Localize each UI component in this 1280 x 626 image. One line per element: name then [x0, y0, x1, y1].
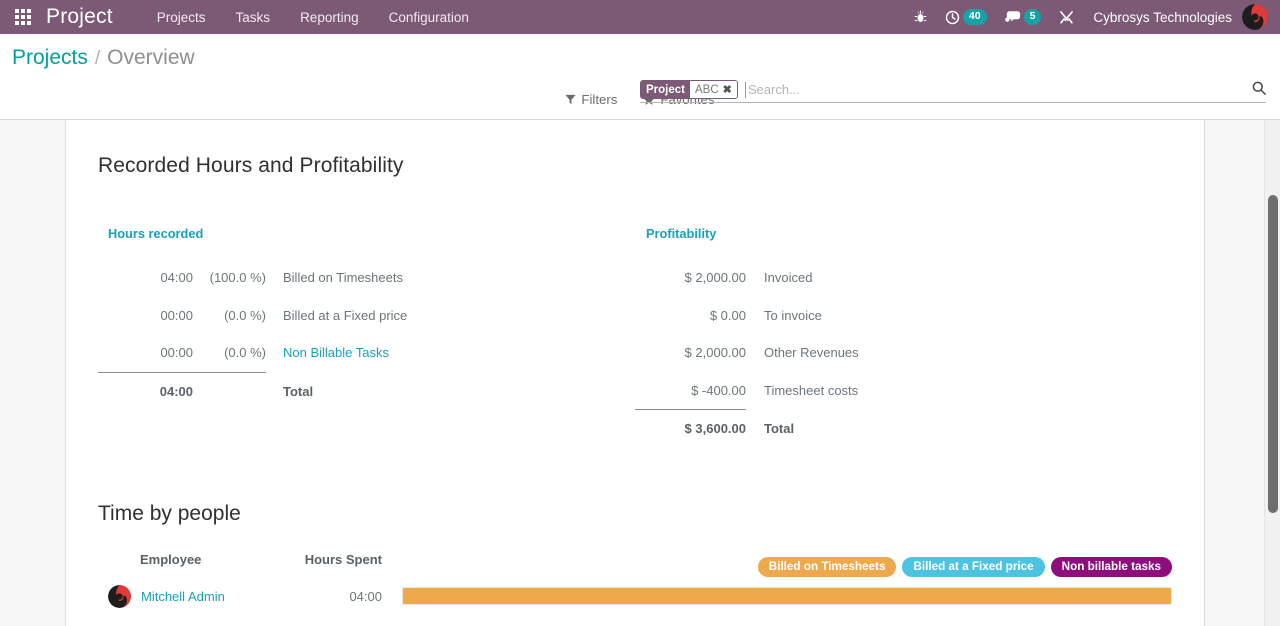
profitability-value: $ 0.00: [709, 307, 746, 323]
hours-total-value: 04:00: [159, 383, 193, 399]
hours-value: 00:00: [160, 307, 193, 323]
hours-percent: (100.0 %): [209, 270, 266, 286]
filters-dropdown-button[interactable]: Filters: [565, 92, 617, 107]
table-row: 00:00 (0.0 %) Non Billable Tasks: [98, 334, 407, 372]
breadcrumb-projects-link[interactable]: Projects: [12, 46, 88, 70]
control-panel: Projects / Overview Project ABC ✖ Filter…: [0, 34, 1280, 120]
profitability-label: Timesheet costs: [764, 382, 859, 398]
top-navbar: Project Projects Tasks Reporting Configu…: [0, 0, 1280, 34]
profitability-value: $ 2,000.00: [684, 270, 746, 286]
developer-tools-button[interactable]: [1050, 0, 1083, 34]
column-header-hours-spent: Hours Spent: [304, 551, 382, 567]
profitability-value: $ -400.00: [691, 382, 746, 398]
employee-name-link[interactable]: Mitchell Admin: [141, 589, 225, 604]
navbar-right-tools: 40 5 Cybrosys Technologies: [905, 0, 1280, 34]
bug-icon: [914, 10, 927, 22]
hours-recorded-table: 04:00 (100.0 %) Billed on Timesheets 00:…: [98, 259, 407, 410]
stats-grid: Hours recorded 04:00 (100.0 %) Billed on…: [98, 226, 1172, 448]
activities-count-badge: 40: [962, 9, 987, 25]
wrench-icon: [1060, 10, 1074, 24]
profitability-label: Invoiced: [764, 270, 813, 286]
hours-recorded-heading: Hours recorded: [108, 226, 204, 241]
activities-button[interactable]: 40: [936, 0, 996, 34]
profitability-total-value: $ 3,600.00: [684, 421, 746, 437]
hours-label: Billed on Timesheets: [283, 270, 403, 286]
search-icon[interactable]: [1252, 81, 1266, 100]
legend-billed-fixed-price[interactable]: Billed at a Fixed price: [902, 557, 1045, 577]
search-input[interactable]: [744, 81, 1266, 98]
scrollbar-thumb[interactable]: [1268, 195, 1278, 513]
apps-menu-button[interactable]: [0, 0, 46, 34]
search-facet-label: Project: [641, 81, 690, 98]
table-row: $ 2,000.00 Other Revenues: [635, 334, 859, 372]
table-row: $ -400.00 Timesheet costs: [635, 372, 859, 410]
filters-label: Filters: [581, 92, 618, 107]
table-row: 00:00 (0.0 %) Billed at a Fixed price: [98, 297, 407, 335]
breadcrumb-current: Overview: [107, 46, 195, 69]
messages-button[interactable]: 5: [996, 0, 1051, 34]
table-row: $ 0.00 To invoice: [635, 297, 859, 335]
hours-value: 00:00: [160, 345, 193, 361]
progress-bar-track: [402, 587, 1172, 605]
profitability-value: $ 2,000.00: [684, 345, 746, 361]
menu-item-configuration[interactable]: Configuration: [387, 6, 471, 29]
apps-grid-icon: [15, 9, 31, 25]
legend-billed-on-timesheets[interactable]: Billed on Timesheets: [757, 557, 897, 577]
table-row: Mitchell Admin 04:00: [98, 584, 1172, 608]
hours-total-label: Total: [283, 383, 314, 399]
hours-label: Billed at a Fixed price: [283, 307, 408, 323]
clock-icon: [945, 10, 960, 24]
legend-non-billable-tasks[interactable]: Non billable tasks: [1050, 557, 1172, 577]
bug-report-button[interactable]: [905, 0, 936, 34]
table-row: $ 2,000.00 Invoiced: [635, 259, 859, 297]
time-by-people-title: Time by people: [98, 501, 241, 525]
profitability-label: Other Revenues: [764, 345, 859, 361]
app-brand-title[interactable]: Project: [46, 5, 113, 29]
column-header-employee: Employee: [140, 551, 202, 567]
chat-bubble-icon: [1004, 11, 1020, 22]
breadcrumb-separator: /: [94, 48, 101, 69]
messages-count-badge: 5: [1023, 9, 1042, 25]
hours-percent: (0.0 %): [224, 307, 266, 323]
profitability-table: $ 2,000.00 Invoiced $ 0.00 To invoice $ …: [635, 259, 859, 448]
avatar: [108, 584, 131, 608]
project-overview-sheet: Recorded Hours and Profitability Hours r…: [65, 120, 1205, 626]
menu-item-tasks[interactable]: Tasks: [234, 6, 273, 29]
user-avatar[interactable]: [1242, 4, 1268, 30]
profitability-total-row: $ 3,600.00 Total: [635, 410, 859, 448]
search-facet-value: ABC: [690, 81, 722, 98]
content-area: Recorded Hours and Profitability Hours r…: [0, 120, 1280, 626]
main-menu: Projects Tasks Reporting Configuration: [155, 6, 905, 29]
progress-bar-fill: [403, 588, 1171, 604]
hours-spent-cell: 04:00: [349, 588, 382, 604]
menu-item-reporting[interactable]: Reporting: [298, 6, 361, 29]
profitability-total-label: Total: [764, 421, 795, 437]
search-view: Project ABC ✖: [640, 80, 1266, 103]
chart-legend: Billed on Timesheets Billed at a Fixed p…: [757, 557, 1172, 577]
hours-total-row: 04:00 Total: [98, 373, 407, 411]
profitability-column: Profitability $ 2,000.00 Invoiced $ 0.00…: [635, 226, 1172, 448]
hours-label-link[interactable]: Non Billable Tasks: [266, 334, 407, 372]
user-avatar-icon: [1242, 4, 1268, 30]
profitability-label: To invoice: [764, 307, 822, 323]
search-facet-project[interactable]: Project ABC ✖: [640, 80, 738, 99]
table-row: 04:00 (100.0 %) Billed on Timesheets: [98, 259, 407, 297]
hours-bar-cell: [392, 585, 1172, 608]
recorded-hours-section-title: Recorded Hours and Profitability: [98, 154, 404, 177]
hours-value: 04:00: [160, 270, 193, 286]
profitability-heading: Profitability: [646, 226, 717, 241]
filter-funnel-icon: [565, 94, 576, 105]
close-icon[interactable]: ✖: [721, 81, 737, 98]
menu-item-projects[interactable]: Projects: [155, 6, 208, 29]
non-billable-tasks-link[interactable]: Non Billable Tasks: [283, 345, 389, 360]
user-avatar-icon: [108, 584, 131, 608]
hours-recorded-column: Hours recorded 04:00 (100.0 %) Billed on…: [98, 226, 635, 448]
company-name[interactable]: Cybrosys Technologies: [1083, 10, 1242, 25]
breadcrumb: Projects / Overview: [12, 46, 195, 70]
vertical-scrollbar[interactable]: [1264, 120, 1280, 626]
employee-cell: Mitchell Admin: [98, 584, 289, 608]
hours-percent: (0.0 %): [224, 345, 266, 361]
